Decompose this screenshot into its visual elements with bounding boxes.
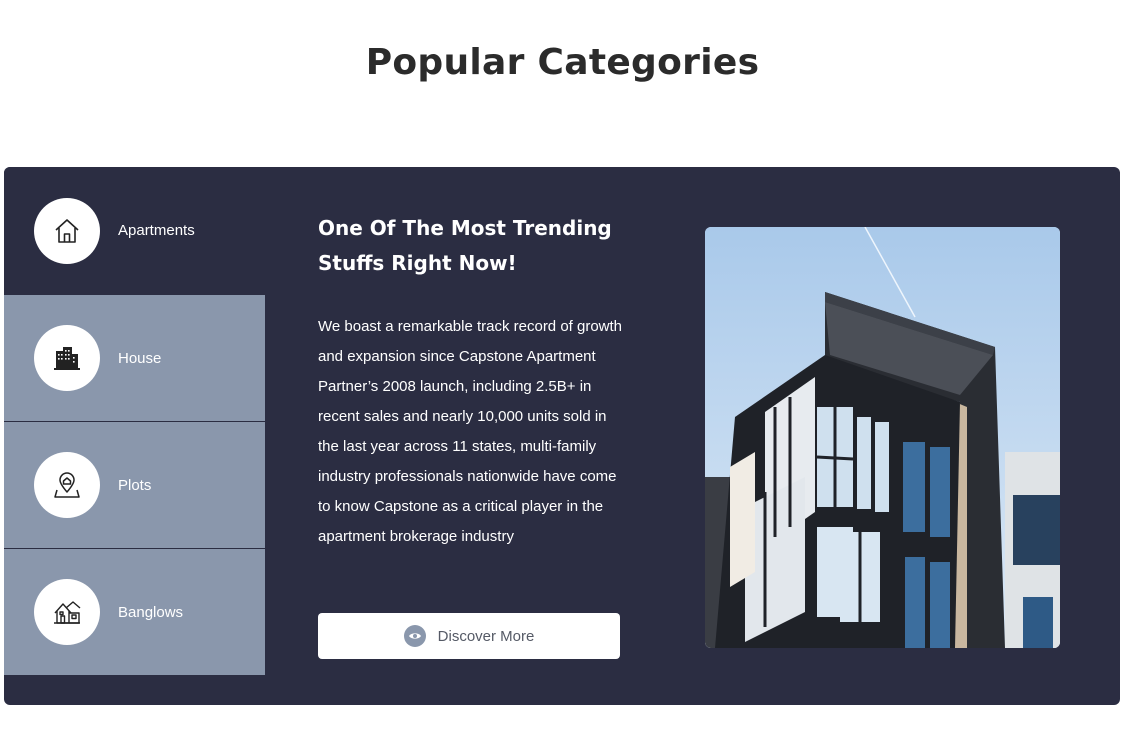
category-label: Apartments [118,222,195,239]
category-label: Plots [118,476,152,494]
eye-icon [403,625,426,647]
building-image [705,227,1060,648]
buildings-icon [34,325,100,391]
content-headline: One Of The Most Trending Stuffs Right No… [318,216,612,275]
category-item-banglows[interactable]: Banglows [4,548,265,675]
page-title: Popular Categories [365,42,760,83]
content-body: We boast a remarkable track record of gr… [318,318,623,545]
category-label: House [118,349,162,367]
category-list: Apartments House Plots Banglows [4,167,265,675]
categories-panel: Apartments House Plots Banglows One Of T… [4,167,1120,705]
discover-more-button[interactable]: Discover More [318,613,620,659]
location-pin-icon [34,452,100,518]
category-item-apartments[interactable]: Apartments [4,167,265,294]
discover-more-label: Discover More [437,627,535,645]
bungalow-icon [34,579,100,645]
category-item-house[interactable]: House [4,294,265,421]
category-item-plots[interactable]: Plots [4,421,265,548]
category-label: Banglows [118,603,184,621]
home-icon [34,197,100,264]
